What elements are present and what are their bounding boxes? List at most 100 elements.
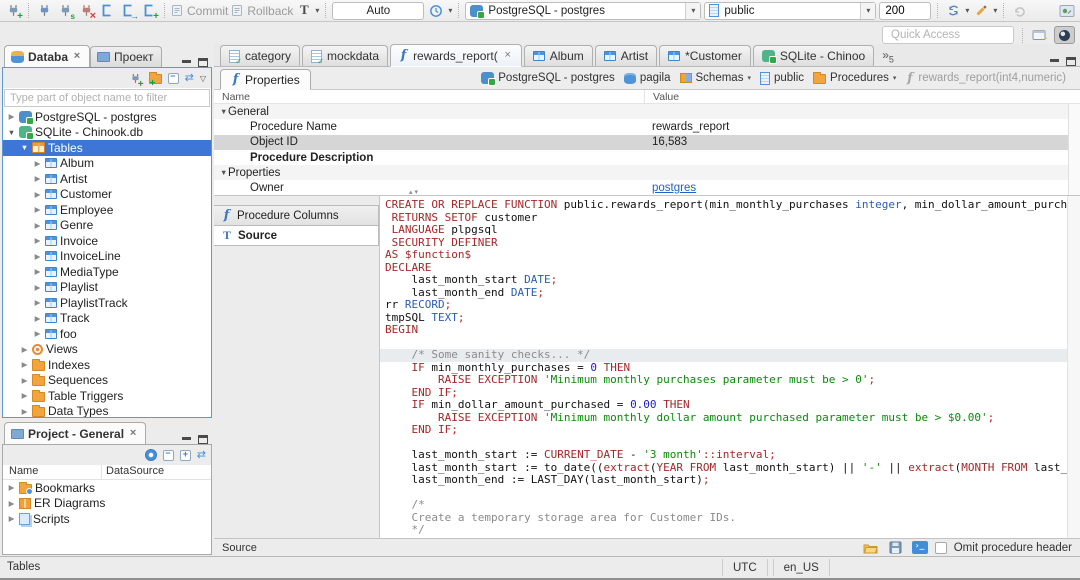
expand-arrow-icon[interactable] — [33, 205, 42, 214]
grid-header-value[interactable]: Value — [644, 90, 1080, 103]
new-connection-icon[interactable] — [4, 1, 23, 22]
expand-arrow-icon[interactable] — [7, 514, 16, 523]
chevron-down-icon[interactable] — [893, 74, 897, 82]
breadcrumb-pagila[interactable]: pagila — [620, 72, 675, 84]
transaction-log-icon[interactable] — [296, 2, 312, 20]
new-connection-icon[interactable] — [128, 69, 144, 90]
expand-arrow-icon[interactable] — [33, 159, 42, 168]
fetch-size-input[interactable] — [879, 1, 932, 20]
property-value[interactable]: postgres — [644, 180, 1080, 195]
code-line[interactable] — [385, 487, 1067, 500]
tree-item-invoice[interactable]: Invoice — [3, 233, 211, 249]
code-line[interactable]: RAISE EXCEPTION 'Minimum monthly purchas… — [385, 373, 1067, 387]
object-filter-input[interactable] — [4, 89, 210, 107]
collapse-arrow-icon[interactable] — [20, 143, 29, 152]
transaction-mode-select[interactable]: Auto — [332, 1, 425, 20]
property-row-object-id[interactable]: Object ID 16,583 — [214, 134, 1080, 150]
expand-arrow-icon[interactable] — [33, 314, 42, 323]
breadcrumb-rewards-report-int4-numeric[interactable]: f rewards_report(int4,numeric) — [901, 72, 1070, 85]
sql-editor-icon[interactable] — [98, 1, 116, 20]
editor-tab-mockdata[interactable]: mockdata — [302, 45, 389, 66]
chevron-down-icon[interactable] — [747, 74, 751, 82]
commit-button[interactable]: Commit — [171, 4, 228, 18]
tree-item-sqlite-chinook-db[interactable]: SQLite - Chinook.db — [3, 125, 211, 141]
open-file-icon[interactable] — [862, 538, 880, 557]
code-line[interactable]: last_month_end DATE; — [385, 286, 1067, 300]
expand-arrow-icon[interactable] — [33, 190, 42, 199]
expand-arrow-icon[interactable] — [20, 345, 29, 354]
maximize-icon[interactable] — [198, 57, 208, 67]
expand-arrow-icon[interactable] — [7, 483, 16, 492]
minimize-icon[interactable] — [181, 434, 192, 444]
connection-select[interactable]: PostgreSQL - postgres ▾ — [465, 1, 702, 20]
expand-arrow-icon[interactable] — [33, 236, 42, 245]
chevron-down-icon[interactable]: ▾ — [685, 2, 701, 19]
project-item-scripts[interactable]: Scripts — [3, 511, 211, 527]
breadcrumb-procedures[interactable]: Procedures — [809, 72, 900, 84]
bottom-tab-label[interactable]: Source — [222, 542, 257, 554]
expand-arrow-icon[interactable] — [7, 112, 16, 121]
code-line[interactable]: last_month_end := LAST_DAY(last_month_st… — [385, 473, 1067, 487]
tree-item-tables[interactable]: Tables — [3, 140, 211, 156]
sash-up-icon[interactable]: ▴ — [409, 188, 413, 196]
tab-properties[interactable]: f Properties — [220, 69, 311, 90]
tab-project-general[interactable]: Project - General — [4, 422, 147, 444]
tree-item-mediatype[interactable]: MediaType — [3, 264, 211, 280]
omit-header-checkbox[interactable] — [934, 541, 947, 554]
rollback-button[interactable]: Rollback — [231, 4, 293, 18]
chevron-down-icon[interactable]: ▾ — [315, 6, 319, 15]
expand-arrow-icon[interactable] — [33, 252, 42, 261]
property-row-properties[interactable]: Properties — [214, 165, 1080, 181]
tree-item-data-types[interactable]: Data Types — [3, 404, 211, 417]
new-folder-icon[interactable] — [148, 72, 162, 84]
editor-tab-sqlite-chinoo[interactable]: SQLite - Chinoo — [752, 45, 875, 66]
editor-tab-customer[interactable]: *Customer — [659, 45, 751, 66]
new-sql-editor-icon[interactable] — [119, 1, 139, 21]
open-perspective-icon[interactable] — [1031, 26, 1049, 45]
grid-scrollbar[interactable] — [1068, 104, 1080, 195]
collapse-arrow-icon[interactable] — [7, 128, 16, 137]
tree-item-album[interactable]: Album — [3, 156, 211, 172]
minimize-icon[interactable] — [181, 57, 192, 67]
breadcrumb-public[interactable]: public — [756, 71, 808, 85]
tree-item-artist[interactable]: Artist — [3, 171, 211, 187]
tree-item-invoiceline[interactable]: InvoiceLine — [3, 249, 211, 265]
console-icon[interactable] — [911, 541, 928, 554]
code-line[interactable]: rr RECORD; — [385, 298, 1067, 312]
expand-arrow-icon[interactable] — [33, 221, 42, 230]
disconnect-icon[interactable] — [77, 1, 96, 22]
connect-icon[interactable] — [35, 1, 53, 20]
tab-procedure-columns[interactable]: f Procedure Columns — [214, 205, 379, 226]
tab-projects[interactable]: Проект — [90, 46, 162, 67]
project-item-er-diagrams[interactable]: ER Diagrams — [3, 496, 211, 512]
tab-source[interactable]: T Source — [214, 225, 379, 246]
column-name[interactable]: Name — [3, 465, 101, 479]
collapse-arrow-icon[interactable] — [214, 168, 228, 177]
code-line[interactable]: BEGIN — [385, 323, 1067, 337]
tree-item-employee[interactable]: Employee — [3, 202, 211, 218]
close-icon[interactable] — [503, 50, 513, 61]
code-line[interactable]: SECURITY DEFINER — [385, 236, 1067, 250]
source-code[interactable]: CREATE OR REPLACE FUNCTION public.reward… — [380, 199, 1067, 538]
project-item-bookmarks[interactable]: Bookmarks — [3, 480, 211, 496]
collapse-all-icon[interactable] — [167, 71, 179, 84]
code-line[interactable]: */ — [385, 523, 1067, 537]
breadcrumb-schemas[interactable]: Schemas — [676, 72, 755, 84]
source-editor[interactable]: CREATE OR REPLACE FUNCTION public.reward… — [379, 196, 1080, 538]
expand-arrow-icon[interactable] — [33, 174, 42, 183]
editor-tab-artist[interactable]: Artist — [594, 45, 658, 66]
column-datasource[interactable]: DataSource — [101, 465, 164, 479]
auto-sync-icon[interactable] — [944, 1, 962, 20]
view-menu-icon[interactable] — [200, 74, 206, 83]
breadcrumb-postgresql-postgres[interactable]: PostgreSQL - postgres — [477, 72, 619, 86]
expand-arrow-icon[interactable] — [20, 407, 29, 416]
omit-header-label[interactable]: Omit procedure header — [954, 542, 1072, 554]
editor-tab-rewards-report[interactable]: f rewards_report( — [390, 44, 522, 67]
expand-all-icon[interactable] — [179, 449, 191, 461]
quick-access-input[interactable] — [882, 26, 1014, 44]
property-row-procedure-description[interactable]: Procedure Description — [214, 150, 1080, 165]
code-line[interactable]: RAISE EXCEPTION 'Minimum monthly dollar … — [385, 411, 1067, 425]
code-scrollbar[interactable] — [1067, 196, 1080, 538]
tree-item-table-triggers[interactable]: Table Triggers — [3, 388, 211, 404]
tree-item-playlisttrack[interactable]: PlaylistTrack — [3, 295, 211, 311]
